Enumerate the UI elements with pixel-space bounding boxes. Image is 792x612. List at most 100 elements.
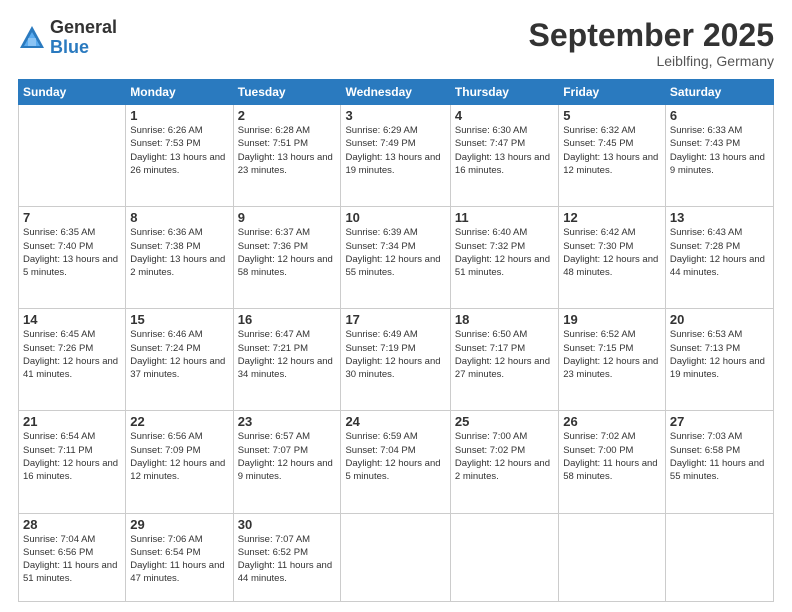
- calendar-cell: 14Sunrise: 6:45 AM Sunset: 7:26 PM Dayli…: [19, 309, 126, 411]
- day-info: Sunrise: 6:40 AM Sunset: 7:32 PM Dayligh…: [455, 226, 554, 279]
- day-info: Sunrise: 6:59 AM Sunset: 7:04 PM Dayligh…: [345, 430, 445, 483]
- day-info: Sunrise: 6:33 AM Sunset: 7:43 PM Dayligh…: [670, 124, 769, 177]
- day-header-tuesday: Tuesday: [233, 80, 341, 105]
- day-info: Sunrise: 6:42 AM Sunset: 7:30 PM Dayligh…: [563, 226, 661, 279]
- calendar-body: 1Sunrise: 6:26 AM Sunset: 7:53 PM Daylig…: [19, 105, 774, 602]
- calendar-cell: 3Sunrise: 6:29 AM Sunset: 7:49 PM Daylig…: [341, 105, 450, 207]
- day-number: 14: [23, 312, 121, 327]
- day-number: 1: [130, 108, 228, 123]
- calendar-week-0: 1Sunrise: 6:26 AM Sunset: 7:53 PM Daylig…: [19, 105, 774, 207]
- calendar-cell: 17Sunrise: 6:49 AM Sunset: 7:19 PM Dayli…: [341, 309, 450, 411]
- calendar-cell: [450, 513, 558, 601]
- day-info: Sunrise: 6:43 AM Sunset: 7:28 PM Dayligh…: [670, 226, 769, 279]
- calendar-week-3: 21Sunrise: 6:54 AM Sunset: 7:11 PM Dayli…: [19, 411, 774, 513]
- day-number: 12: [563, 210, 661, 225]
- day-number: 26: [563, 414, 661, 429]
- day-info: Sunrise: 7:06 AM Sunset: 6:54 PM Dayligh…: [130, 533, 228, 586]
- day-header-saturday: Saturday: [665, 80, 773, 105]
- calendar-week-2: 14Sunrise: 6:45 AM Sunset: 7:26 PM Dayli…: [19, 309, 774, 411]
- day-number: 9: [238, 210, 337, 225]
- day-number: 15: [130, 312, 228, 327]
- day-number: 20: [670, 312, 769, 327]
- day-info: Sunrise: 7:00 AM Sunset: 7:02 PM Dayligh…: [455, 430, 554, 483]
- calendar-cell: [559, 513, 666, 601]
- calendar-cell: 24Sunrise: 6:59 AM Sunset: 7:04 PM Dayli…: [341, 411, 450, 513]
- day-info: Sunrise: 6:56 AM Sunset: 7:09 PM Dayligh…: [130, 430, 228, 483]
- day-info: Sunrise: 7:03 AM Sunset: 6:58 PM Dayligh…: [670, 430, 769, 483]
- day-header-monday: Monday: [126, 80, 233, 105]
- logo-general: General: [50, 18, 117, 38]
- day-number: 10: [345, 210, 445, 225]
- logo-icon: [18, 24, 46, 52]
- header: General Blue September 2025 Leiblfing, G…: [18, 18, 774, 69]
- calendar-cell: 16Sunrise: 6:47 AM Sunset: 7:21 PM Dayli…: [233, 309, 341, 411]
- calendar-cell: [341, 513, 450, 601]
- day-info: Sunrise: 6:53 AM Sunset: 7:13 PM Dayligh…: [670, 328, 769, 381]
- calendar-cell: 23Sunrise: 6:57 AM Sunset: 7:07 PM Dayli…: [233, 411, 341, 513]
- day-number: 18: [455, 312, 554, 327]
- day-info: Sunrise: 6:30 AM Sunset: 7:47 PM Dayligh…: [455, 124, 554, 177]
- day-header-thursday: Thursday: [450, 80, 558, 105]
- month-title: September 2025: [529, 18, 774, 53]
- day-number: 7: [23, 210, 121, 225]
- day-info: Sunrise: 7:02 AM Sunset: 7:00 PM Dayligh…: [563, 430, 661, 483]
- day-header-sunday: Sunday: [19, 80, 126, 105]
- calendar-cell: 8Sunrise: 6:36 AM Sunset: 7:38 PM Daylig…: [126, 207, 233, 309]
- day-number: 4: [455, 108, 554, 123]
- calendar-week-4: 28Sunrise: 7:04 AM Sunset: 6:56 PM Dayli…: [19, 513, 774, 601]
- day-number: 11: [455, 210, 554, 225]
- day-info: Sunrise: 7:07 AM Sunset: 6:52 PM Dayligh…: [238, 533, 337, 586]
- calendar-cell: 30Sunrise: 7:07 AM Sunset: 6:52 PM Dayli…: [233, 513, 341, 601]
- calendar-cell: 6Sunrise: 6:33 AM Sunset: 7:43 PM Daylig…: [665, 105, 773, 207]
- calendar-cell: 1Sunrise: 6:26 AM Sunset: 7:53 PM Daylig…: [126, 105, 233, 207]
- day-number: 29: [130, 517, 228, 532]
- day-number: 5: [563, 108, 661, 123]
- title-block: September 2025 Leiblfing, Germany: [529, 18, 774, 69]
- calendar-cell: 28Sunrise: 7:04 AM Sunset: 6:56 PM Dayli…: [19, 513, 126, 601]
- day-info: Sunrise: 6:39 AM Sunset: 7:34 PM Dayligh…: [345, 226, 445, 279]
- day-number: 13: [670, 210, 769, 225]
- calendar-cell: 20Sunrise: 6:53 AM Sunset: 7:13 PM Dayli…: [665, 309, 773, 411]
- day-number: 19: [563, 312, 661, 327]
- day-number: 8: [130, 210, 228, 225]
- day-info: Sunrise: 6:28 AM Sunset: 7:51 PM Dayligh…: [238, 124, 337, 177]
- day-header-wednesday: Wednesday: [341, 80, 450, 105]
- logo: General Blue: [18, 18, 117, 58]
- calendar-cell: 27Sunrise: 7:03 AM Sunset: 6:58 PM Dayli…: [665, 411, 773, 513]
- calendar-table: SundayMondayTuesdayWednesdayThursdayFrid…: [18, 79, 774, 602]
- calendar-cell: 25Sunrise: 7:00 AM Sunset: 7:02 PM Dayli…: [450, 411, 558, 513]
- day-number: 6: [670, 108, 769, 123]
- day-info: Sunrise: 6:37 AM Sunset: 7:36 PM Dayligh…: [238, 226, 337, 279]
- calendar-cell: 19Sunrise: 6:52 AM Sunset: 7:15 PM Dayli…: [559, 309, 666, 411]
- day-number: 22: [130, 414, 228, 429]
- day-number: 27: [670, 414, 769, 429]
- day-number: 2: [238, 108, 337, 123]
- calendar-cell: 13Sunrise: 6:43 AM Sunset: 7:28 PM Dayli…: [665, 207, 773, 309]
- day-number: 17: [345, 312, 445, 327]
- day-info: Sunrise: 6:54 AM Sunset: 7:11 PM Dayligh…: [23, 430, 121, 483]
- logo-text: General Blue: [50, 18, 117, 58]
- day-info: Sunrise: 6:52 AM Sunset: 7:15 PM Dayligh…: [563, 328, 661, 381]
- day-number: 3: [345, 108, 445, 123]
- day-number: 25: [455, 414, 554, 429]
- calendar-header-row: SundayMondayTuesdayWednesdayThursdayFrid…: [19, 80, 774, 105]
- calendar-cell: 7Sunrise: 6:35 AM Sunset: 7:40 PM Daylig…: [19, 207, 126, 309]
- day-number: 24: [345, 414, 445, 429]
- page: General Blue September 2025 Leiblfing, G…: [0, 0, 792, 612]
- day-info: Sunrise: 6:26 AM Sunset: 7:53 PM Dayligh…: [130, 124, 228, 177]
- day-number: 21: [23, 414, 121, 429]
- calendar-cell: 26Sunrise: 7:02 AM Sunset: 7:00 PM Dayli…: [559, 411, 666, 513]
- calendar-cell: 15Sunrise: 6:46 AM Sunset: 7:24 PM Dayli…: [126, 309, 233, 411]
- calendar-cell: 9Sunrise: 6:37 AM Sunset: 7:36 PM Daylig…: [233, 207, 341, 309]
- day-info: Sunrise: 6:46 AM Sunset: 7:24 PM Dayligh…: [130, 328, 228, 381]
- calendar-cell: 22Sunrise: 6:56 AM Sunset: 7:09 PM Dayli…: [126, 411, 233, 513]
- day-info: Sunrise: 6:47 AM Sunset: 7:21 PM Dayligh…: [238, 328, 337, 381]
- calendar-cell: 4Sunrise: 6:30 AM Sunset: 7:47 PM Daylig…: [450, 105, 558, 207]
- calendar-cell: 18Sunrise: 6:50 AM Sunset: 7:17 PM Dayli…: [450, 309, 558, 411]
- calendar-cell: 10Sunrise: 6:39 AM Sunset: 7:34 PM Dayli…: [341, 207, 450, 309]
- calendar-cell: 11Sunrise: 6:40 AM Sunset: 7:32 PM Dayli…: [450, 207, 558, 309]
- day-info: Sunrise: 6:45 AM Sunset: 7:26 PM Dayligh…: [23, 328, 121, 381]
- day-info: Sunrise: 6:36 AM Sunset: 7:38 PM Dayligh…: [130, 226, 228, 279]
- day-info: Sunrise: 6:29 AM Sunset: 7:49 PM Dayligh…: [345, 124, 445, 177]
- calendar-cell: 29Sunrise: 7:06 AM Sunset: 6:54 PM Dayli…: [126, 513, 233, 601]
